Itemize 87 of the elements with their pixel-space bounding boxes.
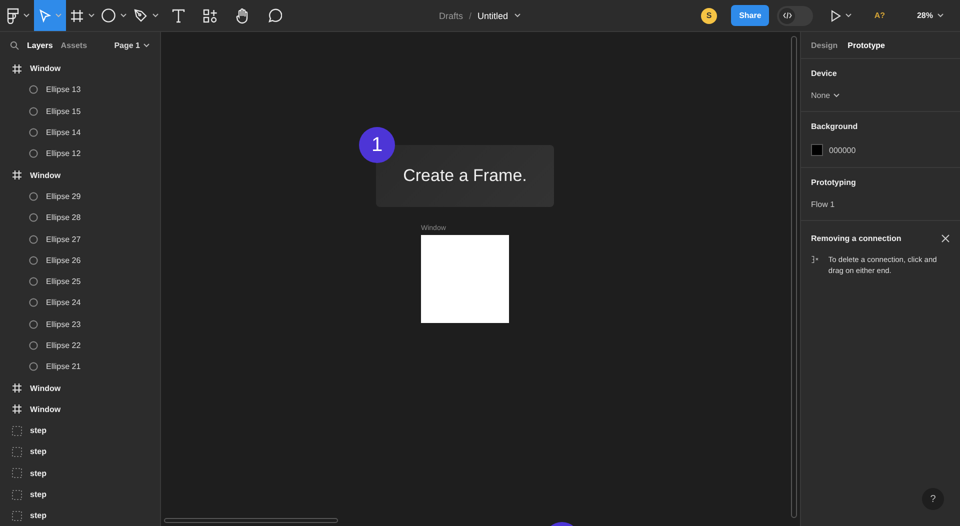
frame-icon xyxy=(12,170,22,180)
horizontal-scrollbar[interactable] xyxy=(164,518,338,523)
circle-icon xyxy=(29,277,38,286)
pen-icon xyxy=(133,8,148,23)
circle-icon xyxy=(29,341,38,350)
layer-name[interactable]: Ellipse 15 xyxy=(46,106,81,116)
layer-name[interactable]: Window xyxy=(30,170,61,180)
accessibility-button[interactable]: A? xyxy=(874,11,885,20)
search-icon[interactable] xyxy=(10,40,19,50)
panel-tab[interactable]: Assets xyxy=(60,40,88,50)
page-dropdown[interactable]: Page 1 xyxy=(114,40,150,50)
shapes-icon xyxy=(203,8,217,22)
dashed-square-icon xyxy=(12,468,22,478)
color-swatch[interactable] xyxy=(811,144,823,156)
flow-name[interactable]: Flow 1 xyxy=(811,200,950,209)
frame-icon xyxy=(12,404,22,414)
layer-name[interactable]: step xyxy=(30,511,46,520)
hand-icon xyxy=(234,8,250,24)
layer-name[interactable]: step xyxy=(30,490,46,500)
zoom-dropdown[interactable]: 28% xyxy=(910,10,950,21)
share-button[interactable]: Share xyxy=(731,5,770,26)
comment-icon xyxy=(266,8,282,23)
layer-name[interactable]: Ellipse 12 xyxy=(46,149,81,158)
chevron-down-icon xyxy=(514,13,522,18)
dashed-square-icon xyxy=(12,446,22,457)
circle-icon xyxy=(29,128,38,138)
layer-name[interactable]: step xyxy=(30,426,46,436)
circle-icon xyxy=(29,149,38,158)
layer-name[interactable]: Window xyxy=(30,384,61,393)
tip-title: Removing a connection xyxy=(811,234,902,243)
section-heading: Background xyxy=(811,122,859,131)
circle-icon xyxy=(29,234,38,244)
dashed-square-icon xyxy=(12,490,22,500)
circle-icon xyxy=(29,320,38,329)
layer-name[interactable]: Window xyxy=(30,64,61,74)
file-name[interactable]: Untitled xyxy=(478,10,508,20)
layer-name[interactable]: Ellipse 26 xyxy=(46,256,81,265)
section-heading: Prototyping xyxy=(811,178,857,187)
layer-name[interactable]: Ellipse 22 xyxy=(46,341,81,350)
layer-name[interactable]: step xyxy=(30,468,46,478)
layer-name[interactable]: Ellipse 23 xyxy=(46,320,81,329)
user-avatar[interactable]: S xyxy=(701,8,718,24)
circle-icon xyxy=(29,256,38,265)
close-icon xyxy=(941,234,950,243)
panel-tab[interactable]: Design xyxy=(811,40,838,50)
cursor-icon xyxy=(38,8,50,22)
breadcrumb-separator: / xyxy=(468,10,472,20)
layer-name[interactable]: Ellipse 29 xyxy=(46,192,81,201)
layer-name[interactable]: Ellipse 14 xyxy=(46,128,81,138)
chevron-down-icon xyxy=(833,93,840,98)
circle-icon xyxy=(29,192,38,201)
layer-name[interactable]: step xyxy=(30,447,46,456)
layer-name[interactable]: Ellipse 24 xyxy=(46,298,81,308)
layer-name[interactable]: Ellipse 21 xyxy=(46,362,81,372)
text-icon xyxy=(172,8,184,22)
circle-icon xyxy=(29,106,38,116)
dashed-square-icon xyxy=(12,510,22,521)
chevron-down-icon xyxy=(937,13,944,18)
layer-name[interactable]: Ellipse 27 xyxy=(46,234,81,244)
color-value[interactable]: 000000 xyxy=(829,146,856,154)
circle-icon xyxy=(29,298,38,308)
play-icon xyxy=(831,10,842,22)
layer-name[interactable]: Ellipse 13 xyxy=(46,85,81,94)
panel-tab[interactable]: Prototype xyxy=(848,40,886,50)
chevron-down-icon xyxy=(845,13,852,18)
frame-icon xyxy=(12,383,22,394)
circle-icon xyxy=(101,8,116,23)
frame-icon xyxy=(70,8,84,22)
connection-icon xyxy=(811,254,820,265)
layer-name[interactable]: Ellipse 25 xyxy=(46,277,81,286)
code-icon xyxy=(782,12,792,19)
layer-name[interactable]: Window xyxy=(30,404,61,414)
layer-name[interactable]: Ellipse 28 xyxy=(46,213,81,222)
folder-name[interactable]: Drafts xyxy=(438,10,463,20)
dev-mode-toggle[interactable] xyxy=(777,6,814,26)
section-heading: Device xyxy=(811,69,838,78)
dashed-square-icon xyxy=(12,426,22,436)
frame-icon xyxy=(12,64,22,74)
circle-icon xyxy=(29,362,38,372)
device-dropdown[interactable]: None xyxy=(811,91,950,100)
logo-icon xyxy=(6,8,18,24)
chevron-down-icon xyxy=(143,42,150,48)
vertical-scrollbar[interactable] xyxy=(791,36,797,518)
circle-icon xyxy=(29,213,38,222)
circle-icon xyxy=(29,85,38,94)
panel-tab[interactable]: Layers xyxy=(27,40,53,50)
help-button[interactable]: ? xyxy=(922,488,944,510)
